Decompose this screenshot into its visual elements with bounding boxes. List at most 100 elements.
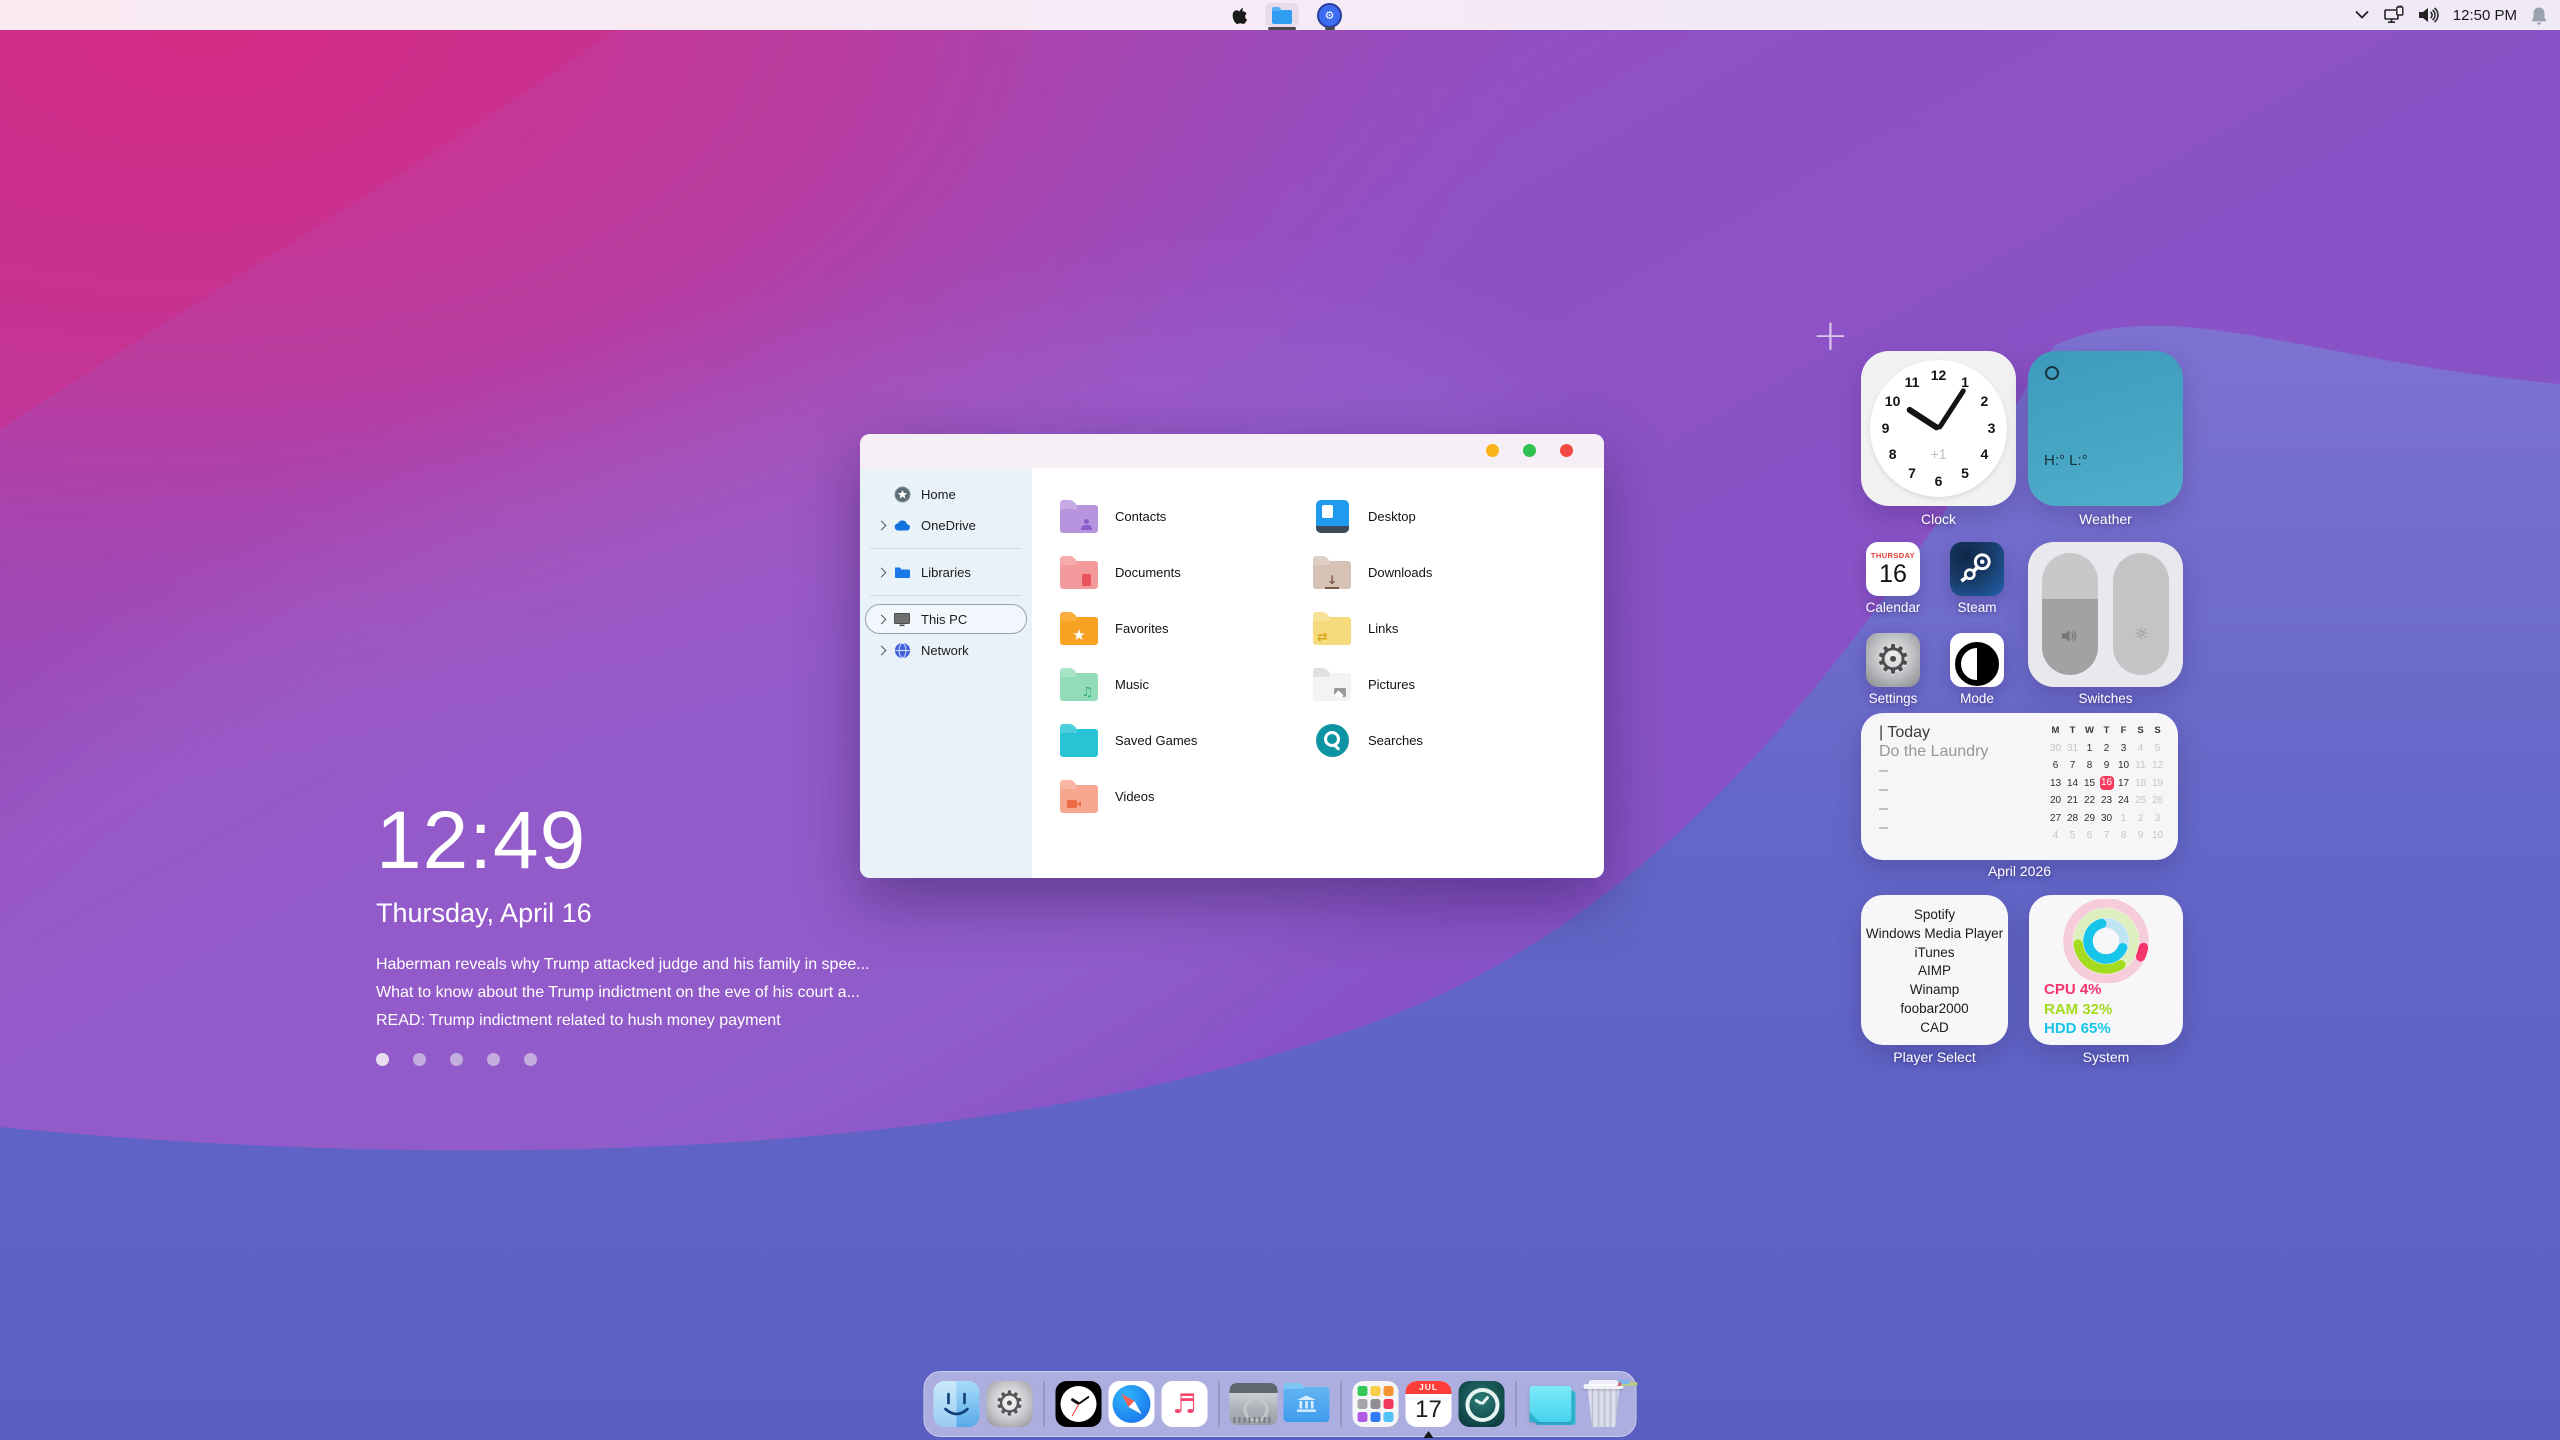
headline[interactable]: What to know about the Trump indictment … (376, 979, 870, 1007)
page-dot[interactable] (524, 1053, 537, 1066)
image-glyph-icon (1334, 687, 1346, 697)
chevron-right-icon[interactable] (876, 645, 887, 655)
dock-time-machine-icon[interactable] (1458, 1378, 1505, 1430)
agenda-item: – (1879, 781, 1888, 798)
dock-music-icon[interactable] (1161, 1378, 1208, 1430)
chevron-right-icon[interactable] (876, 614, 887, 624)
folder-item-links[interactable]: Links (1311, 600, 1604, 656)
page-dot[interactable] (413, 1053, 426, 1066)
page-dot[interactable] (450, 1053, 463, 1066)
calendar-day-cell: 20 (2049, 795, 2062, 807)
player-option[interactable]: AIMP (1863, 962, 2006, 981)
headline[interactable]: Haberman reveals why Trump attacked judg… (376, 951, 870, 979)
window-titlebar[interactable] (860, 434, 1604, 468)
system-monitor-widget[interactable]: CPU 4% RAM 32% HDD 65% (2029, 895, 2183, 1045)
chevron-right-icon[interactable] (876, 520, 887, 530)
notifications-bell-icon[interactable] (2530, 6, 2548, 25)
dock-trash-icon[interactable] (1581, 1378, 1627, 1430)
sidebar-item-onedrive[interactable]: OneDrive (865, 510, 1027, 540)
apple-menu[interactable] (1228, 0, 1250, 30)
network-icon[interactable] (2383, 5, 2405, 25)
folder-shape (1313, 555, 1351, 589)
weather-condition-icon (2045, 366, 2059, 380)
dock-divider (1043, 1381, 1045, 1427)
folder-item-favorites[interactable]: Favorites (1058, 600, 1311, 656)
calendar-day-cell: 27 (2049, 812, 2062, 824)
folder-shape (1060, 499, 1098, 533)
player-option[interactable]: CAD (1863, 1019, 2006, 1038)
player-option[interactable]: iTunes (1863, 944, 2006, 963)
player-option[interactable]: foobar2000 (1863, 1000, 2006, 1019)
mode-shortcut[interactable] (1950, 633, 2004, 687)
analog-clock-face: +1 12 1 2 3 4 5 6 7 8 9 10 11 (1870, 360, 2007, 497)
switches-widget-label: Switches (2078, 691, 2133, 706)
sidebar-item-network[interactable]: Network (865, 635, 1027, 665)
folder-item-label: Documents (1115, 564, 1181, 580)
folder-item-documents[interactable]: Documents (1058, 544, 1311, 600)
clock-number: 2 (1980, 393, 1989, 409)
calendar-today-cell: 16 (2099, 776, 2114, 791)
settings-app[interactable] (1314, 0, 1345, 30)
folder-item-searches[interactable]: Searches (1311, 712, 1604, 768)
folder-item-desktop[interactable]: Desktop (1311, 488, 1604, 544)
sidebar-item-libraries[interactable]: Libraries (865, 557, 1027, 587)
dock-launchpad-icon[interactable] (1352, 1378, 1399, 1430)
dock-calendar-app-icon[interactable]: JUL 17 (1405, 1378, 1452, 1438)
calendar-day-cell: 5 (2154, 742, 2161, 754)
add-widget-button[interactable]: + (1812, 310, 1849, 361)
calendar-day-cell: 12 (2151, 760, 2164, 772)
zoom-button[interactable] (1523, 444, 1536, 457)
weather-hi-lo: H:° L:° (2044, 452, 2088, 469)
dock-system-preferences-icon[interactable] (986, 1378, 1033, 1430)
calendar-day-cell: 13 (2049, 777, 2062, 789)
settings-shortcut[interactable] (1866, 633, 1920, 687)
folder-item-videos[interactable]: Videos (1058, 768, 1311, 824)
steam-shortcut[interactable] (1950, 542, 2004, 596)
calendar-shortcut[interactable]: THURSDAY 16 (1866, 542, 1920, 596)
dock-calendar-month: JUL (1405, 1381, 1452, 1394)
clock-widget[interactable]: +1 12 1 2 3 4 5 6 7 8 9 10 11 (1861, 351, 2016, 506)
volume-slider[interactable] (2042, 553, 2098, 675)
clock-widget-label: Clock (1920, 511, 1956, 527)
dock-stickies-icon[interactable] (1528, 1378, 1576, 1430)
player-option[interactable]: Windows Media Player (1863, 925, 2006, 944)
onedrive-icon (893, 516, 911, 534)
calendar-day-cell: 10 (2117, 760, 2130, 772)
folder-item-music[interactable]: Music (1058, 656, 1311, 712)
dock-finder-icon[interactable] (933, 1378, 980, 1430)
dock-safari-icon[interactable] (1108, 1378, 1155, 1430)
file-explorer-window: Home OneDrive Libraries This PC Network Cont… (860, 434, 1604, 878)
weather-widget[interactable]: H:° L:° (2028, 351, 2183, 506)
close-button[interactable] (1560, 444, 1573, 457)
folder-item-pictures[interactable]: Pictures (1311, 656, 1604, 712)
calendar-day-cell: 23 (2100, 795, 2113, 807)
dock-divider (1218, 1381, 1220, 1427)
calendar-day-cell: 15 (2083, 777, 2096, 789)
dock-hard-drive-icon[interactable] (1229, 1378, 1278, 1430)
headline[interactable]: READ: Trump indictment related to hush m… (376, 1007, 870, 1035)
folder-shape (1060, 667, 1098, 701)
volume-icon[interactable] (2418, 6, 2440, 24)
dock-library-folder-icon[interactable] (1283, 1378, 1330, 1430)
tray-clock[interactable]: 12:50 PM (2453, 7, 2517, 24)
folder-item-contacts[interactable]: Contacts (1058, 488, 1311, 544)
brightness-slider[interactable] (2113, 553, 2169, 675)
page-dot[interactable] (487, 1053, 500, 1066)
today-title: | Today (1879, 724, 1931, 741)
sidebar-item-label: OneDrive (921, 517, 976, 533)
folder-item-saved-games[interactable]: Saved Games (1058, 712, 1311, 768)
chevron-right-icon[interactable] (876, 567, 887, 577)
player-option[interactable]: Spotify (1863, 906, 2006, 925)
player-option[interactable]: Winamp (1863, 981, 2006, 1000)
player-select-widget[interactable]: Spotify Windows Media Player iTunes AIMP Win… (1861, 895, 2008, 1045)
calendar-widget[interactable]: | Today Do the Laundry – – – – M T W T F S S 30 31 1 2 3… (1861, 713, 2178, 860)
clock-number: 6 (1934, 472, 1943, 489)
sidebar-item-home[interactable]: Home (865, 479, 1027, 509)
minimize-button[interactable] (1486, 444, 1499, 457)
sidebar-item-this-pc[interactable]: This PC (865, 604, 1027, 634)
folder-item-downloads[interactable]: Downloads (1311, 544, 1604, 600)
explorer-app[interactable] (1262, 0, 1302, 30)
page-dot[interactable] (376, 1053, 389, 1066)
dock-clock-app-icon[interactable] (1055, 1378, 1102, 1430)
hidden-icons-chevron-icon[interactable] (2354, 10, 2370, 20)
